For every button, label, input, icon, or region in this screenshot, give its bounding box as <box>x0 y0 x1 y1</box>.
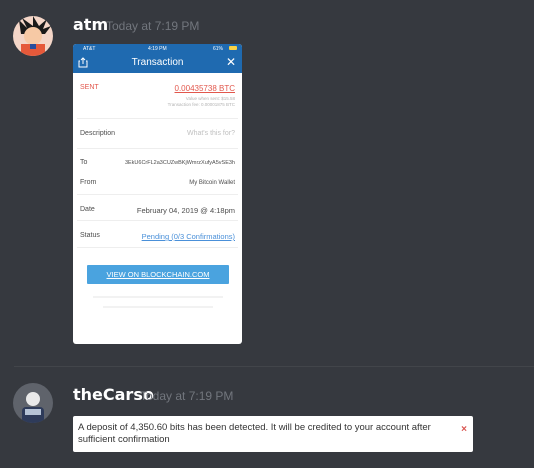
avatar[interactable] <box>13 16 53 56</box>
battery-icon <box>229 46 237 50</box>
close-icon[interactable]: × <box>461 424 467 435</box>
sent-amount: 0.00435738 BTC <box>174 84 236 93</box>
to-address: 3EkU6CrFL2a3CUZwBKjWmrzXufyA5vSE3h <box>124 160 235 166</box>
divider <box>103 306 213 308</box>
view-on-blockchain-button: VIEW ON BLOCKCHAIN.COM <box>87 265 229 284</box>
carrier-label: AT&T <box>83 46 96 52</box>
description-label: Description <box>80 130 116 137</box>
avatar-image <box>13 16 53 56</box>
timestamp: Today at 7:19 PM <box>106 19 200 33</box>
description-placeholder: What's this for? <box>186 130 235 137</box>
date-label: Date <box>80 206 95 213</box>
value-line: Value when sent: $15.58 <box>185 96 235 101</box>
avatar-image <box>13 383 53 423</box>
status-value: Pending (0/3 Confirmations) <box>141 232 235 241</box>
sent-label: SENT <box>80 84 99 91</box>
image-attachment[interactable]: AT&T 4:19 PM 61% Transaction ✕ SENT 0.00… <box>73 44 242 344</box>
phone-status-bar: AT&T 4:19 PM 61% <box>73 44 242 53</box>
username[interactable]: atm <box>73 15 108 34</box>
divider <box>77 247 238 248</box>
fee-line: Transaction fee: 0.00001875 BTC <box>167 102 235 107</box>
avatar[interactable] <box>13 383 53 423</box>
status-label: Status <box>80 232 100 239</box>
deposit-notice: A deposit of 4,350.60 bits has been dete… <box>78 422 431 445</box>
status-time: 4:19 PM <box>148 46 167 52</box>
date-value: February 04, 2019 @ 4:18pm <box>136 206 235 215</box>
divider <box>77 148 238 149</box>
divider <box>93 296 223 298</box>
divider <box>77 194 238 195</box>
phone-nav-bar: Transaction ✕ <box>73 53 242 73</box>
timestamp: Today at 7:19 PM <box>140 389 234 403</box>
battery-label: 61% <box>213 46 224 52</box>
to-label: To <box>80 159 88 166</box>
divider <box>77 118 238 119</box>
from-value: My Bitcoin Wallet <box>189 180 235 186</box>
close-icon: ✕ <box>225 55 236 69</box>
from-label: From <box>80 179 97 186</box>
bot-notification: A deposit of 4,350.60 bits has been dete… <box>73 416 473 452</box>
message-divider <box>14 366 534 367</box>
transaction-title: Transaction <box>131 57 184 68</box>
divider <box>77 220 238 221</box>
